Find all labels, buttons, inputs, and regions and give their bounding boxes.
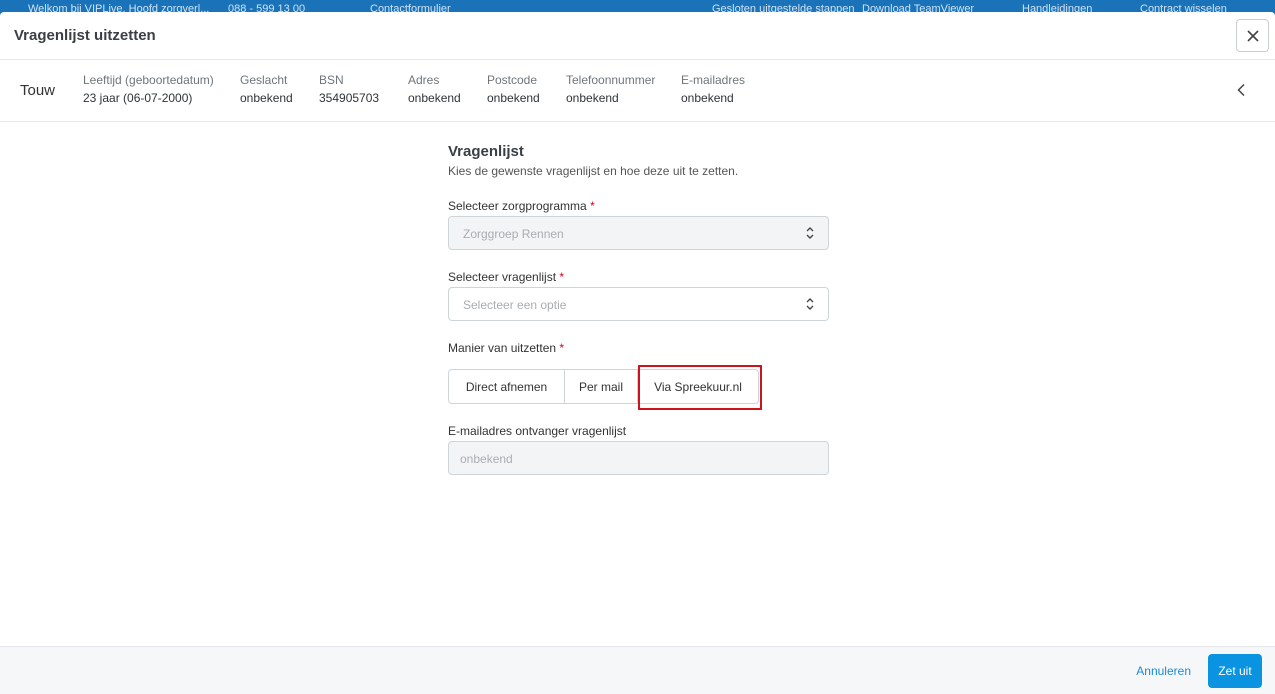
topbar-switch-contract[interactable]: Contract wisselen bbox=[1140, 3, 1227, 12]
questionnaire-form: Vragenlijst Kies de gewenste vragenlijst… bbox=[448, 143, 829, 475]
form-title: Vragenlijst bbox=[448, 143, 524, 160]
email-label: E-mailadres ontvanger vragenlijst bbox=[448, 424, 627, 438]
option-per-mail[interactable]: Per mail bbox=[564, 369, 638, 404]
patient-field-age: Leeftijd (geboortedatum) 23 jaar (06-07-… bbox=[83, 73, 214, 105]
close-icon bbox=[1246, 29, 1259, 42]
vragenlijst-label: Selecteer vragenlijst * bbox=[448, 270, 564, 284]
patient-field-bsn: BSN 354905703 bbox=[319, 73, 379, 105]
required-marker: * bbox=[559, 341, 565, 355]
chevron-up-down-icon bbox=[806, 227, 814, 239]
topbar-contactform[interactable]: Contactformulier bbox=[370, 3, 451, 12]
modal-title: Vragenlijst uitzetten bbox=[14, 27, 156, 44]
modal-header: Vragenlijst uitzetten bbox=[0, 12, 1275, 60]
highlight-annotation-box bbox=[638, 365, 762, 410]
vragenlijst-select[interactable]: Selecteer een optie bbox=[448, 287, 829, 321]
required-marker: * bbox=[559, 270, 565, 284]
patient-info-bar: Touw Leeftijd (geboortedatum) 23 jaar (0… bbox=[0, 60, 1275, 122]
patient-field-phone: Telefoonnummer onbekend bbox=[566, 73, 655, 105]
email-recipient-input[interactable]: onbekend bbox=[448, 441, 829, 475]
field-label: E-mailadres bbox=[681, 73, 746, 87]
chevron-up-down-icon bbox=[806, 298, 814, 310]
zorgprogramma-select[interactable]: Zorggroep Rennen bbox=[448, 216, 829, 250]
field-label: Telefoonnummer bbox=[566, 73, 656, 87]
field-value: onbekend bbox=[566, 91, 619, 105]
field-label: Adres bbox=[408, 73, 440, 87]
field-value: onbekend bbox=[408, 91, 461, 105]
field-value: onbekend bbox=[240, 91, 293, 105]
patient-field-postcode: Postcode onbekend bbox=[487, 73, 540, 105]
topbar-manuals[interactable]: Handleidingen bbox=[1022, 3, 1092, 12]
label-text: Selecteer vragenlijst bbox=[448, 270, 557, 284]
modal-footer: Annuleren Zet uit bbox=[0, 646, 1275, 694]
option-direct-afnemen[interactable]: Direct afnemen bbox=[448, 369, 565, 404]
label-text: Manier van uitzetten bbox=[448, 341, 557, 355]
field-value: 23 jaar (06-07-2000) bbox=[83, 91, 193, 105]
topbar-download-teamviewer[interactable]: Download TeamViewer bbox=[862, 3, 974, 12]
manier-label: Manier van uitzetten * bbox=[448, 341, 564, 355]
form-subtitle: Kies de gewenste vragenlijst en hoe deze… bbox=[448, 164, 739, 178]
patient-field-email: E-mailadres onbekend bbox=[681, 73, 745, 105]
field-label: Geslacht bbox=[240, 73, 288, 87]
patient-field-gender: Geslacht onbekend bbox=[240, 73, 293, 105]
select-placeholder: Selecteer een optie bbox=[463, 298, 567, 312]
topbar-postponed-steps[interactable]: Gesloten uitgestelde stappen bbox=[712, 3, 855, 12]
chevron-left-icon[interactable] bbox=[1235, 83, 1249, 97]
required-marker: * bbox=[590, 199, 595, 213]
top-navigation-bar: Welkom bij VIPLive, Hoofd zorgverl... 08… bbox=[0, 0, 1275, 12]
field-value: onbekend bbox=[487, 91, 540, 105]
field-label: Postcode bbox=[487, 73, 538, 87]
close-button[interactable] bbox=[1236, 19, 1269, 52]
field-label: Leeftijd (geboortedatum) bbox=[83, 73, 214, 87]
input-placeholder: onbekend bbox=[460, 452, 513, 466]
select-value: Zorggroep Rennen bbox=[463, 227, 564, 241]
cancel-button[interactable]: Annuleren bbox=[1136, 664, 1191, 678]
field-value: onbekend bbox=[681, 91, 734, 105]
submit-button[interactable]: Zet uit bbox=[1208, 654, 1262, 688]
label-text: Selecteer zorgprogramma bbox=[448, 199, 587, 213]
topbar-welcome: Welkom bij VIPLive, Hoofd zorgverl... bbox=[28, 3, 210, 12]
questionnaire-modal: Vragenlijst uitzetten Touw Leeftijd (geb… bbox=[0, 12, 1275, 694]
patient-name: Touw bbox=[20, 82, 56, 99]
field-label: BSN bbox=[319, 73, 344, 87]
field-value: 354905703 bbox=[319, 91, 380, 105]
patient-field-address: Adres onbekend bbox=[408, 73, 461, 105]
topbar-phone[interactable]: 088 - 599 13 00 bbox=[228, 3, 305, 12]
zorgprogramma-label: Selecteer zorgprogramma * bbox=[448, 199, 595, 213]
